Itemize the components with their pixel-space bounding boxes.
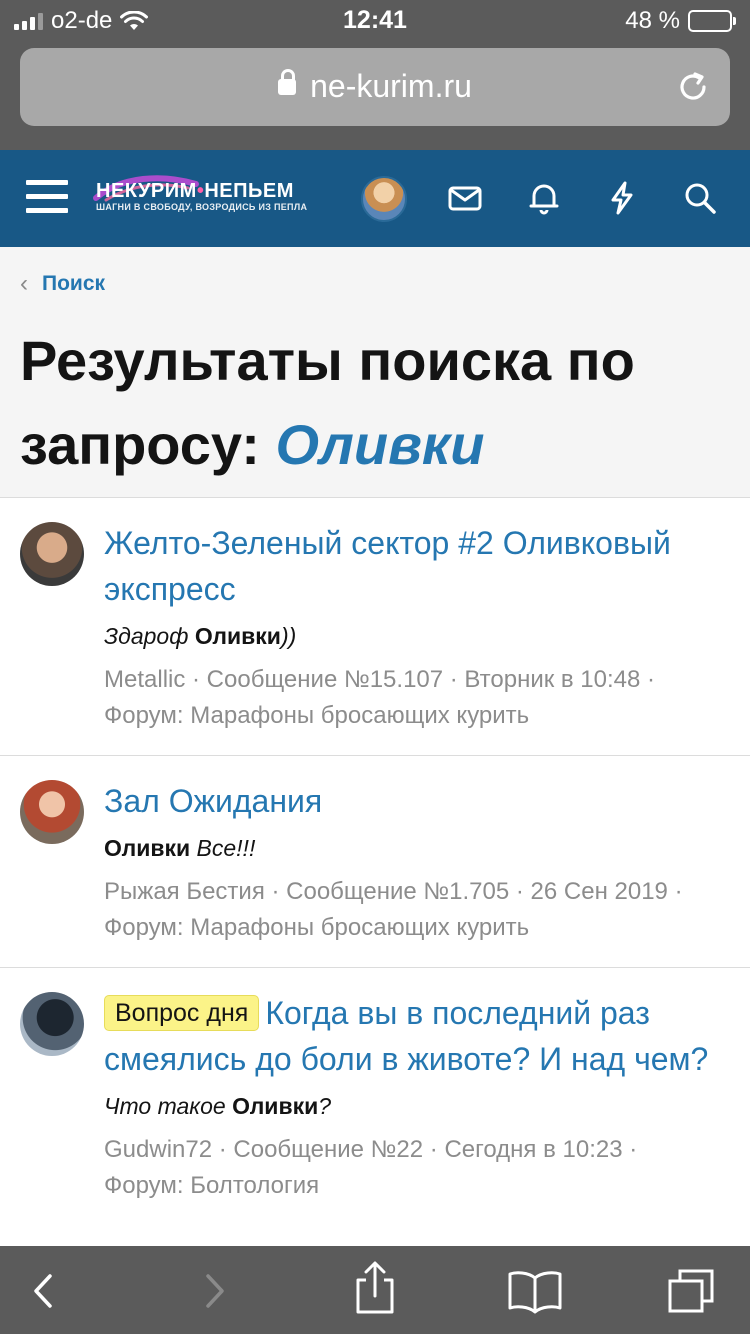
user-avatar[interactable] — [361, 176, 407, 222]
author-avatar[interactable] — [20, 992, 84, 1056]
lock-icon — [278, 69, 297, 95]
logo-title-part-2: НЕПЬЕМ — [204, 180, 294, 202]
result-snippet: Здароф Оливки)) — [104, 620, 730, 652]
snippet-highlight: Оливки — [194, 623, 281, 649]
result-snippet: Оливки Все!!! — [104, 832, 730, 864]
result-meta: Metallic · Сообщение №15.107 · Вторник в… — [104, 662, 730, 734]
forward-icon[interactable] — [188, 1268, 238, 1314]
menu-icon[interactable] — [26, 180, 68, 216]
snippet-text: Все!!! — [190, 835, 256, 861]
result-meta-forum-line[interactable]: Форум: Марафоны бросающих курить — [104, 910, 730, 946]
snippet-text: ? — [318, 1093, 332, 1119]
url-text: ne-kurim.ru — [310, 68, 472, 104]
battery-icon — [688, 10, 736, 32]
snippet-text: Здароф — [104, 623, 195, 649]
battery-group: 48 % — [625, 7, 736, 35]
result-title: Вопрос дня Когда вы в последний раз смеял… — [104, 990, 730, 1082]
bolt-icon[interactable] — [604, 180, 640, 216]
address-bar[interactable]: ne-kurim.ru — [20, 48, 730, 126]
breadcrumb[interactable]: ‹ Поиск — [20, 272, 105, 296]
logo-tagline: ШАГНИ В СВОБОДУ, ВОЗРОДИСЬ ИЗ ПЕПЛА — [96, 202, 308, 212]
result-meta: Gudwin72 · Сообщение №22 · Сегодня в 10:… — [104, 1132, 730, 1204]
mail-icon[interactable] — [447, 180, 483, 216]
search-results-list: Желто-Зеленый сектор #2 Оливковый экспре… — [0, 498, 750, 1268]
chevron-left-icon: ‹ — [20, 270, 28, 297]
page-head: ‹ Поиск Результаты поиска по запросу: Ол… — [0, 247, 750, 498]
snippet-highlight: Оливки — [232, 1093, 319, 1119]
result-meta: Рыжая Бестия · Сообщение №1.705 · 26 Сен… — [104, 874, 730, 946]
search-result: Вопрос дня Когда вы в последний раз смеял… — [0, 968, 750, 1268]
logo-title: НЕКУРИМ•НЕПЬЕМ — [96, 180, 296, 202]
breadcrumb-link-search[interactable]: Поиск — [42, 272, 105, 296]
result-body: Вопрос дня Когда вы в последний раз смеял… — [104, 990, 730, 1204]
result-meta-author-line[interactable]: Рыжая Бестия · Сообщение №1.705 · 26 Сен… — [104, 874, 730, 910]
result-snippet: Что такое Оливки? — [104, 1090, 730, 1122]
logo-title-part-1: НЕКУРИМ — [96, 180, 197, 202]
result-meta-author-line[interactable]: Metallic · Сообщение №15.107 · Вторник в… — [104, 662, 730, 698]
result-meta-forum-line[interactable]: Форум: Болтология — [104, 1168, 730, 1204]
result-meta-forum-line[interactable]: Форум: Марафоны бросающих курить — [104, 698, 730, 734]
thread-prefix-badge[interactable]: Вопрос дня — [104, 995, 260, 1031]
status-bar: o2-de 12:41 48 % — [0, 0, 750, 40]
snippet-text: Что такое — [104, 1093, 233, 1119]
site-logo[interactable]: НЕКУРИМ•НЕПЬЕМ ШАГНИ В СВОБОДУ, ВОЗРОДИС… — [93, 175, 308, 220]
bell-icon[interactable] — [526, 180, 562, 216]
result-title-link[interactable]: Зал Ожидания — [104, 778, 730, 824]
author-avatar[interactable] — [20, 780, 84, 844]
snippet-text: )) — [280, 623, 297, 649]
result-body: Желто-Зеленый сектор #2 Оливковый экспре… — [104, 520, 730, 734]
url-display[interactable]: ne-kurim.ru — [20, 68, 730, 105]
author-avatar[interactable] — [20, 522, 84, 586]
browser-address-area: ne-kurim.ru — [0, 40, 750, 150]
result-body: Зал Ожидания Оливки Все!!! Рыжая Бестия … — [104, 778, 730, 946]
bookmarks-icon[interactable] — [506, 1268, 564, 1314]
reload-icon[interactable] — [676, 70, 710, 104]
share-icon[interactable] — [350, 1260, 400, 1316]
tabs-icon[interactable] — [666, 1268, 716, 1314]
browser-toolbar — [0, 1246, 750, 1334]
search-query: Оливки — [275, 413, 485, 476]
snippet-highlight: Оливки — [104, 835, 191, 861]
battery-percent: 48 % — [625, 7, 680, 34]
result-meta-author-line[interactable]: Gudwin72 · Сообщение №22 · Сегодня в 10:… — [104, 1132, 730, 1168]
search-result: Зал Ожидания Оливки Все!!! Рыжая Бестия … — [0, 756, 750, 968]
site-header: НЕКУРИМ•НЕПЬЕМ ШАГНИ В СВОБОДУ, ВОЗРОДИС… — [0, 150, 750, 247]
page-title: Результаты поиска по запросу: Оливки — [20, 319, 720, 487]
search-result: Желто-Зеленый сектор #2 Оливковый экспре… — [0, 498, 750, 756]
search-icon[interactable] — [682, 180, 718, 216]
back-icon[interactable] — [20, 1268, 70, 1314]
result-title-link[interactable]: Желто-Зеленый сектор #2 Оливковый экспре… — [104, 520, 730, 612]
